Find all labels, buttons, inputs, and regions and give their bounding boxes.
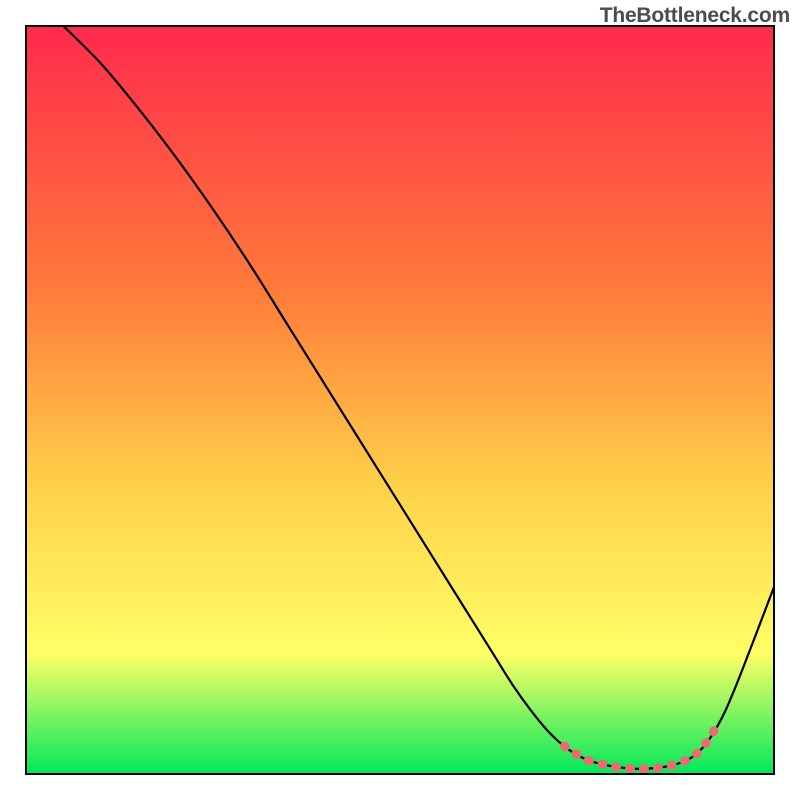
bottleneck-chart xyxy=(0,0,800,800)
site-watermark: TheBottleneck.com xyxy=(600,4,790,28)
chart-container: TheBottleneck.com xyxy=(0,0,800,800)
plot-background xyxy=(26,26,774,774)
